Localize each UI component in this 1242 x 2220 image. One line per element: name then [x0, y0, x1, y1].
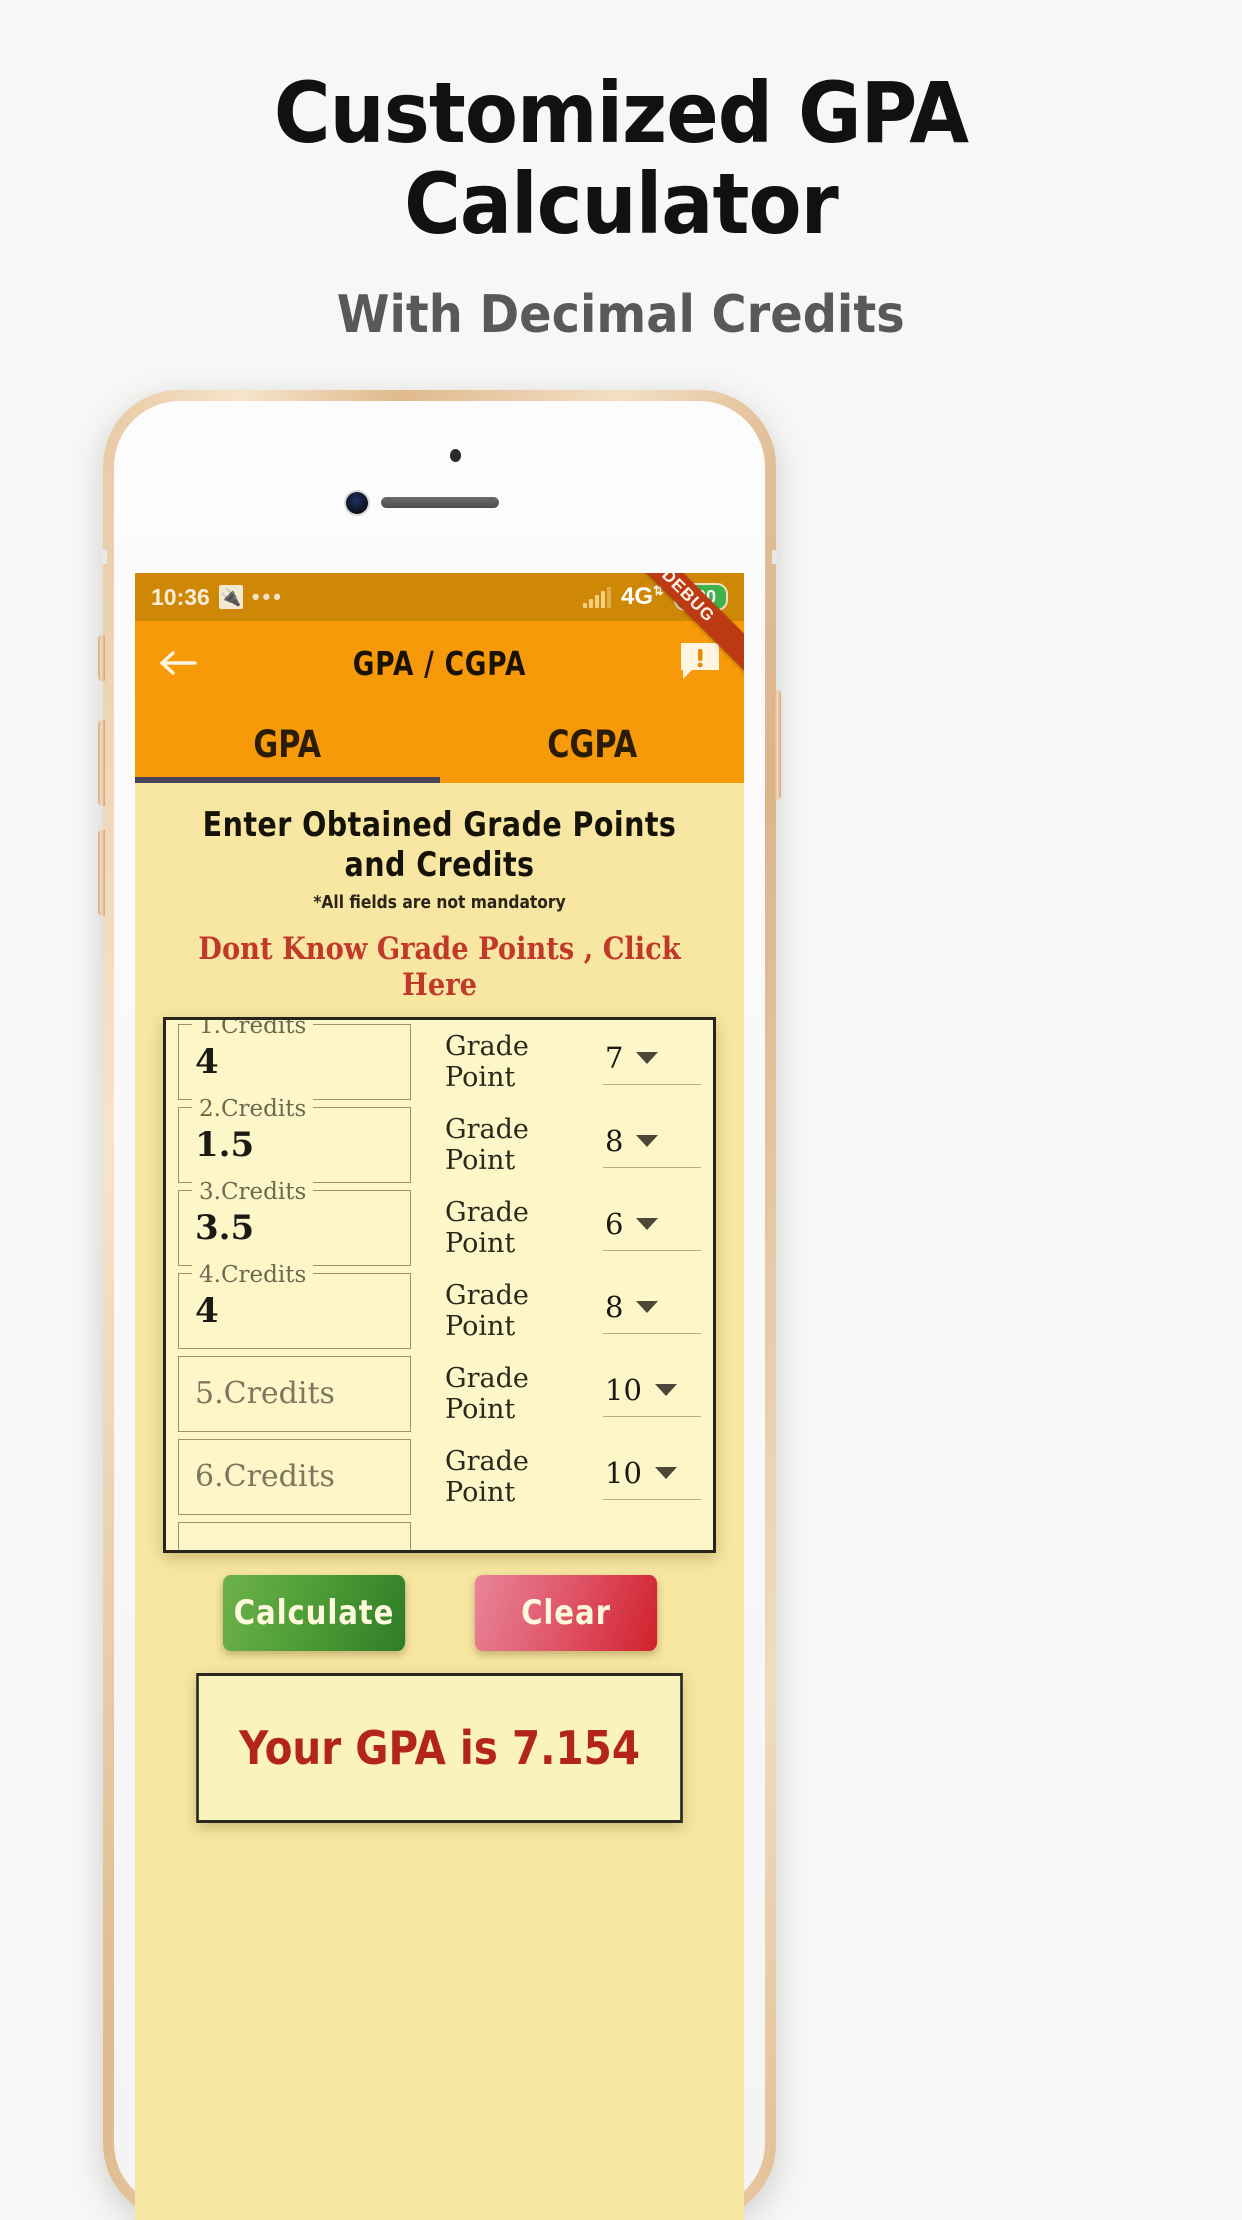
grade-point-group-6: Grade Point 10	[445, 1446, 701, 1508]
grade-point-value-4: 8	[605, 1289, 624, 1324]
grade-point-value-3: 6	[605, 1206, 624, 1241]
chevron-down-icon	[654, 1466, 677, 1479]
credit-row-partial	[166, 1518, 713, 1550]
grade-point-group-2: Grade Point 8	[445, 1114, 701, 1176]
section-heading: Enter Obtained Grade Points and Credits	[202, 805, 677, 885]
grade-point-dropdown-1[interactable]: 7	[603, 1039, 701, 1085]
credits-input-1[interactable]: 1.Credits 4	[178, 1020, 411, 1100]
credits-label-1: 1.Credits	[192, 1020, 314, 1039]
phone-screen: 10:36 🔌 ••• 4G⇅ 100 DEBUG GPA / CGP	[135, 573, 744, 2220]
notification-dots-icon: •••	[251, 584, 284, 609]
credits-card: 1.Credits 4 Grade Point 7 2.Credits 1.5 …	[163, 1017, 716, 1553]
gpa-result: Your GPA is 7.154	[196, 1673, 683, 1823]
antenna-band-left	[102, 550, 107, 564]
credits-placeholder-5: 5.Credits	[195, 1376, 335, 1411]
credit-row: 3.Credits 3.5 Grade Point 6	[166, 1178, 713, 1269]
tab-gpa[interactable]: GPA	[162, 705, 412, 783]
app-bar: GPA / CGPA	[135, 621, 744, 705]
volume-down-button[interactable]	[98, 830, 105, 916]
grade-point-label-1: Grade Point	[445, 1030, 529, 1093]
page-subtitle: With Decimal Credits	[337, 285, 905, 346]
credits-input-3[interactable]: 3.Credits 3.5	[178, 1178, 411, 1266]
arrow-left-icon[interactable]	[157, 641, 201, 685]
credits-label-2: 2.Credits	[192, 1095, 314, 1122]
grade-point-value-2: 8	[605, 1123, 624, 1158]
credit-row: 6.Credits Grade Point 10	[166, 1435, 713, 1518]
grade-points-help-link[interactable]: Dont Know Grade Points , Click Here	[172, 913, 708, 1003]
credits-placeholder-6: 6.Credits	[195, 1459, 335, 1494]
credits-value-4: 4	[195, 1290, 219, 1331]
grade-point-group-1: Grade Point 7	[445, 1031, 701, 1093]
grade-point-dropdown-3[interactable]: 6	[603, 1205, 701, 1251]
credits-label-3: 3.Credits	[192, 1178, 314, 1205]
chevron-down-icon	[654, 1383, 677, 1396]
calculate-button[interactable]: Calculate	[222, 1575, 405, 1651]
promo-header: Customized GPA Calculator With Decimal C…	[0, 0, 1242, 380]
earpiece-speaker	[380, 497, 499, 508]
grade-point-label-3: Grade Point	[445, 1196, 529, 1259]
credit-row: 5.Credits Grade Point 10	[166, 1352, 713, 1435]
page-title: Customized GPA Calculator	[273, 64, 969, 253]
action-bar: Calculate Clear	[135, 1575, 744, 1651]
grade-point-dropdown-6[interactable]: 10	[603, 1454, 701, 1500]
grade-point-dropdown-2[interactable]: 8	[603, 1122, 701, 1168]
feedback-icon[interactable]	[678, 640, 722, 687]
antenna-band-right	[772, 550, 777, 564]
grade-point-group-3: Grade Point 6	[445, 1197, 701, 1259]
credits-value-1: 4	[195, 1041, 219, 1082]
phone-mockup: 10:36 🔌 ••• 4G⇅ 100 DEBUG GPA / CGP	[98, 390, 781, 2220]
proximity-sensor-icon	[450, 449, 461, 462]
credit-row: 1.Credits 4 Grade Point 7	[166, 1020, 713, 1103]
grade-point-label-2: Grade Point	[445, 1113, 529, 1176]
credits-input-6[interactable]: 6.Credits	[178, 1438, 411, 1515]
power-button[interactable]	[774, 690, 781, 800]
chevron-down-icon	[636, 1051, 659, 1064]
grade-point-label-6: Grade Point	[445, 1445, 529, 1508]
tab-bar: GPA CGPA	[135, 705, 744, 783]
clear-button[interactable]: Clear	[474, 1575, 657, 1651]
credits-value-2: 1.5	[195, 1124, 255, 1165]
signal-strength-icon	[583, 586, 612, 608]
credits-value-3: 3.5	[195, 1207, 255, 1248]
network-type-label: 4G⇅	[621, 583, 664, 610]
grade-point-label-5: Grade Point	[445, 1362, 529, 1425]
credit-row: 4.Credits 4 Grade Point 8	[166, 1261, 713, 1352]
chevron-down-icon	[636, 1217, 659, 1230]
grade-point-dropdown-4[interactable]: 8	[603, 1288, 701, 1334]
front-camera-icon	[346, 492, 368, 514]
status-bar: 10:36 🔌 ••• 4G⇅ 100 DEBUG	[135, 573, 744, 676]
credits-input-2[interactable]: 2.Credits 1.5	[178, 1095, 411, 1183]
status-bar-left: 10:36 🔌 •••	[151, 584, 284, 611]
chevron-down-icon	[636, 1134, 659, 1147]
credits-input-5[interactable]: 5.Credits	[178, 1355, 411, 1432]
grade-point-group-5: Grade Point 10	[445, 1363, 701, 1425]
chevron-down-icon	[636, 1300, 659, 1313]
volume-up-button[interactable]	[98, 720, 105, 806]
grade-point-dropdown-5[interactable]: 10	[603, 1371, 701, 1417]
usb-icon: 🔌	[218, 585, 243, 609]
grade-point-value-1: 7	[605, 1040, 624, 1075]
credits-input-7[interactable]	[178, 1521, 411, 1550]
credit-row: 2.Credits 1.5 Grade Point 8	[166, 1095, 713, 1186]
grade-point-group-4: Grade Point 8	[445, 1280, 701, 1342]
app-content: Enter Obtained Grade Points and Credits …	[135, 783, 744, 2220]
tab-cgpa[interactable]: CGPA	[467, 705, 717, 783]
mute-switch[interactable]	[98, 635, 105, 681]
grade-point-value-5: 10	[605, 1372, 642, 1407]
credits-label-4: 4.Credits	[192, 1261, 314, 1288]
grade-point-label-4: Grade Point	[445, 1279, 529, 1342]
grade-point-value-6: 10	[605, 1455, 642, 1490]
mandatory-note: *All fields are not mandatory	[313, 892, 566, 913]
clock: 10:36	[151, 583, 210, 610]
credits-input-4[interactable]: 4.Credits 4	[178, 1261, 411, 1349]
app-bar-title: GPA / CGPA	[352, 643, 527, 683]
